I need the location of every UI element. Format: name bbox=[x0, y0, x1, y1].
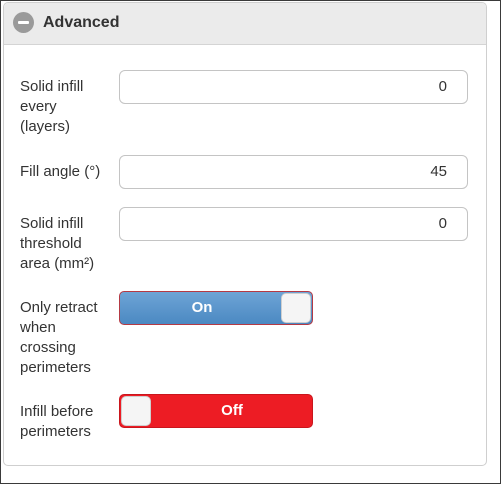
infill-before-toggle[interactable]: Off bbox=[119, 394, 313, 428]
label-line: Solid infill bbox=[20, 78, 84, 95]
label-line: Fill angle (°) bbox=[20, 163, 101, 180]
only-retract-label: Only retract when crossing perimeters bbox=[20, 298, 115, 378]
window-frame: Advanced Solid infill every (layers) 0 F… bbox=[0, 0, 501, 484]
advanced-panel: Advanced Solid infill every (layers) 0 F… bbox=[3, 2, 487, 466]
toggle-state-text: On bbox=[191, 299, 213, 316]
label-line: perimeters bbox=[20, 359, 91, 376]
label-line: threshold bbox=[20, 235, 82, 252]
toggle-knob[interactable] bbox=[281, 293, 311, 323]
panel-title: Advanced bbox=[43, 14, 120, 31]
solid-infill-threshold-input[interactable]: 0 bbox=[119, 207, 468, 241]
label-line: crossing bbox=[20, 339, 76, 356]
label-line: Solid infill bbox=[20, 215, 84, 232]
solid-infill-every-label: Solid infill every (layers) bbox=[20, 77, 115, 137]
fill-angle-input[interactable]: 45 bbox=[119, 155, 468, 189]
infill-before-label: Infill before perimeters bbox=[20, 402, 115, 442]
toggle-state-text: Off bbox=[221, 402, 243, 419]
panel-header[interactable]: Advanced bbox=[4, 3, 486, 45]
label-line: Infill before bbox=[20, 403, 94, 420]
label-line: perimeters bbox=[20, 423, 91, 440]
label-line: area (mm²) bbox=[20, 255, 95, 272]
label-line: when bbox=[20, 319, 56, 336]
solid-infill-threshold-label: Solid infill threshold area (mm²) bbox=[20, 214, 115, 274]
only-retract-toggle[interactable]: On bbox=[119, 291, 313, 325]
label-line: (layers) bbox=[20, 118, 71, 135]
fill-angle-label: Fill angle (°) bbox=[20, 162, 130, 182]
label-line: every bbox=[20, 98, 57, 115]
minus-circle-icon[interactable] bbox=[13, 12, 34, 33]
toggle-knob[interactable] bbox=[121, 396, 151, 426]
solid-infill-every-input[interactable]: 0 bbox=[119, 70, 468, 104]
label-line: Only retract bbox=[20, 299, 98, 316]
